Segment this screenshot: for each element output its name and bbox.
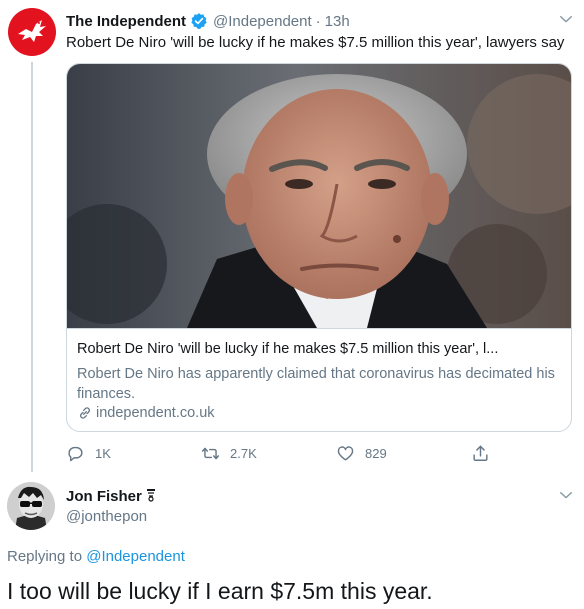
retweet-action[interactable]: 2.7K xyxy=(201,442,257,464)
reply-author-name-text: Jon Fisher xyxy=(66,488,142,505)
card-image xyxy=(67,64,571,328)
share-icon xyxy=(473,445,488,461)
tweet-text: Robert De Niro 'will be lucky if he make… xyxy=(66,34,565,51)
retweet-count: 2.7K xyxy=(230,445,257,461)
heart-icon xyxy=(337,445,354,461)
jon-avatar[interactable] xyxy=(7,482,55,530)
card-domain-text: independent.co.uk xyxy=(96,405,215,421)
card-description: Robert De Niro has apparently claimed th… xyxy=(77,366,555,402)
replying-to: Replying to @Independent xyxy=(7,548,185,565)
like-count: 829 xyxy=(365,445,387,461)
eagle-logo-icon xyxy=(18,20,46,42)
card-title[interactable]: Robert De Niro 'will be lucky if he make… xyxy=(77,341,498,357)
card-domain[interactable]: independent.co.uk xyxy=(77,405,215,421)
reply-text: I too will be lucky if I earn $7.5m this… xyxy=(7,578,433,604)
verified-badge-icon xyxy=(191,13,207,29)
reply-icon xyxy=(68,446,83,461)
dot-separator: · xyxy=(315,12,321,30)
independent-avatar[interactable] xyxy=(8,8,56,56)
like-action[interactable]: 829 xyxy=(336,442,387,464)
emoji-icon xyxy=(147,489,156,502)
author-handle[interactable]: @Independent xyxy=(213,13,312,30)
reply-author-handle[interactable]: @jonthepon xyxy=(66,508,147,525)
chevron-down-icon[interactable] xyxy=(557,486,575,504)
reply-action[interactable]: 1K xyxy=(66,442,111,464)
thread-line xyxy=(31,62,33,472)
author-name[interactable]: The Independent xyxy=(66,13,186,30)
reply-author-name[interactable]: Jon Fisher xyxy=(66,488,156,505)
tweet-time[interactable]: 13h xyxy=(325,13,350,30)
reply-count: 1K xyxy=(95,445,111,461)
link-icon xyxy=(80,407,90,419)
replying-to-link[interactable]: @Independent xyxy=(86,548,185,565)
card-body[interactable]: Robert De Niro 'will be lucky if he make… xyxy=(67,328,571,431)
avatar-photo xyxy=(7,482,55,530)
retweet-icon xyxy=(201,447,220,459)
tweet-header: The Independent @Independent · 13h xyxy=(66,11,350,31)
link-card[interactable]: Robert De Niro 'will be lucky if he make… xyxy=(66,63,572,432)
chevron-down-icon[interactable] xyxy=(557,10,575,28)
share-action[interactable] xyxy=(471,442,490,464)
replying-prefix: Replying to xyxy=(7,548,87,565)
